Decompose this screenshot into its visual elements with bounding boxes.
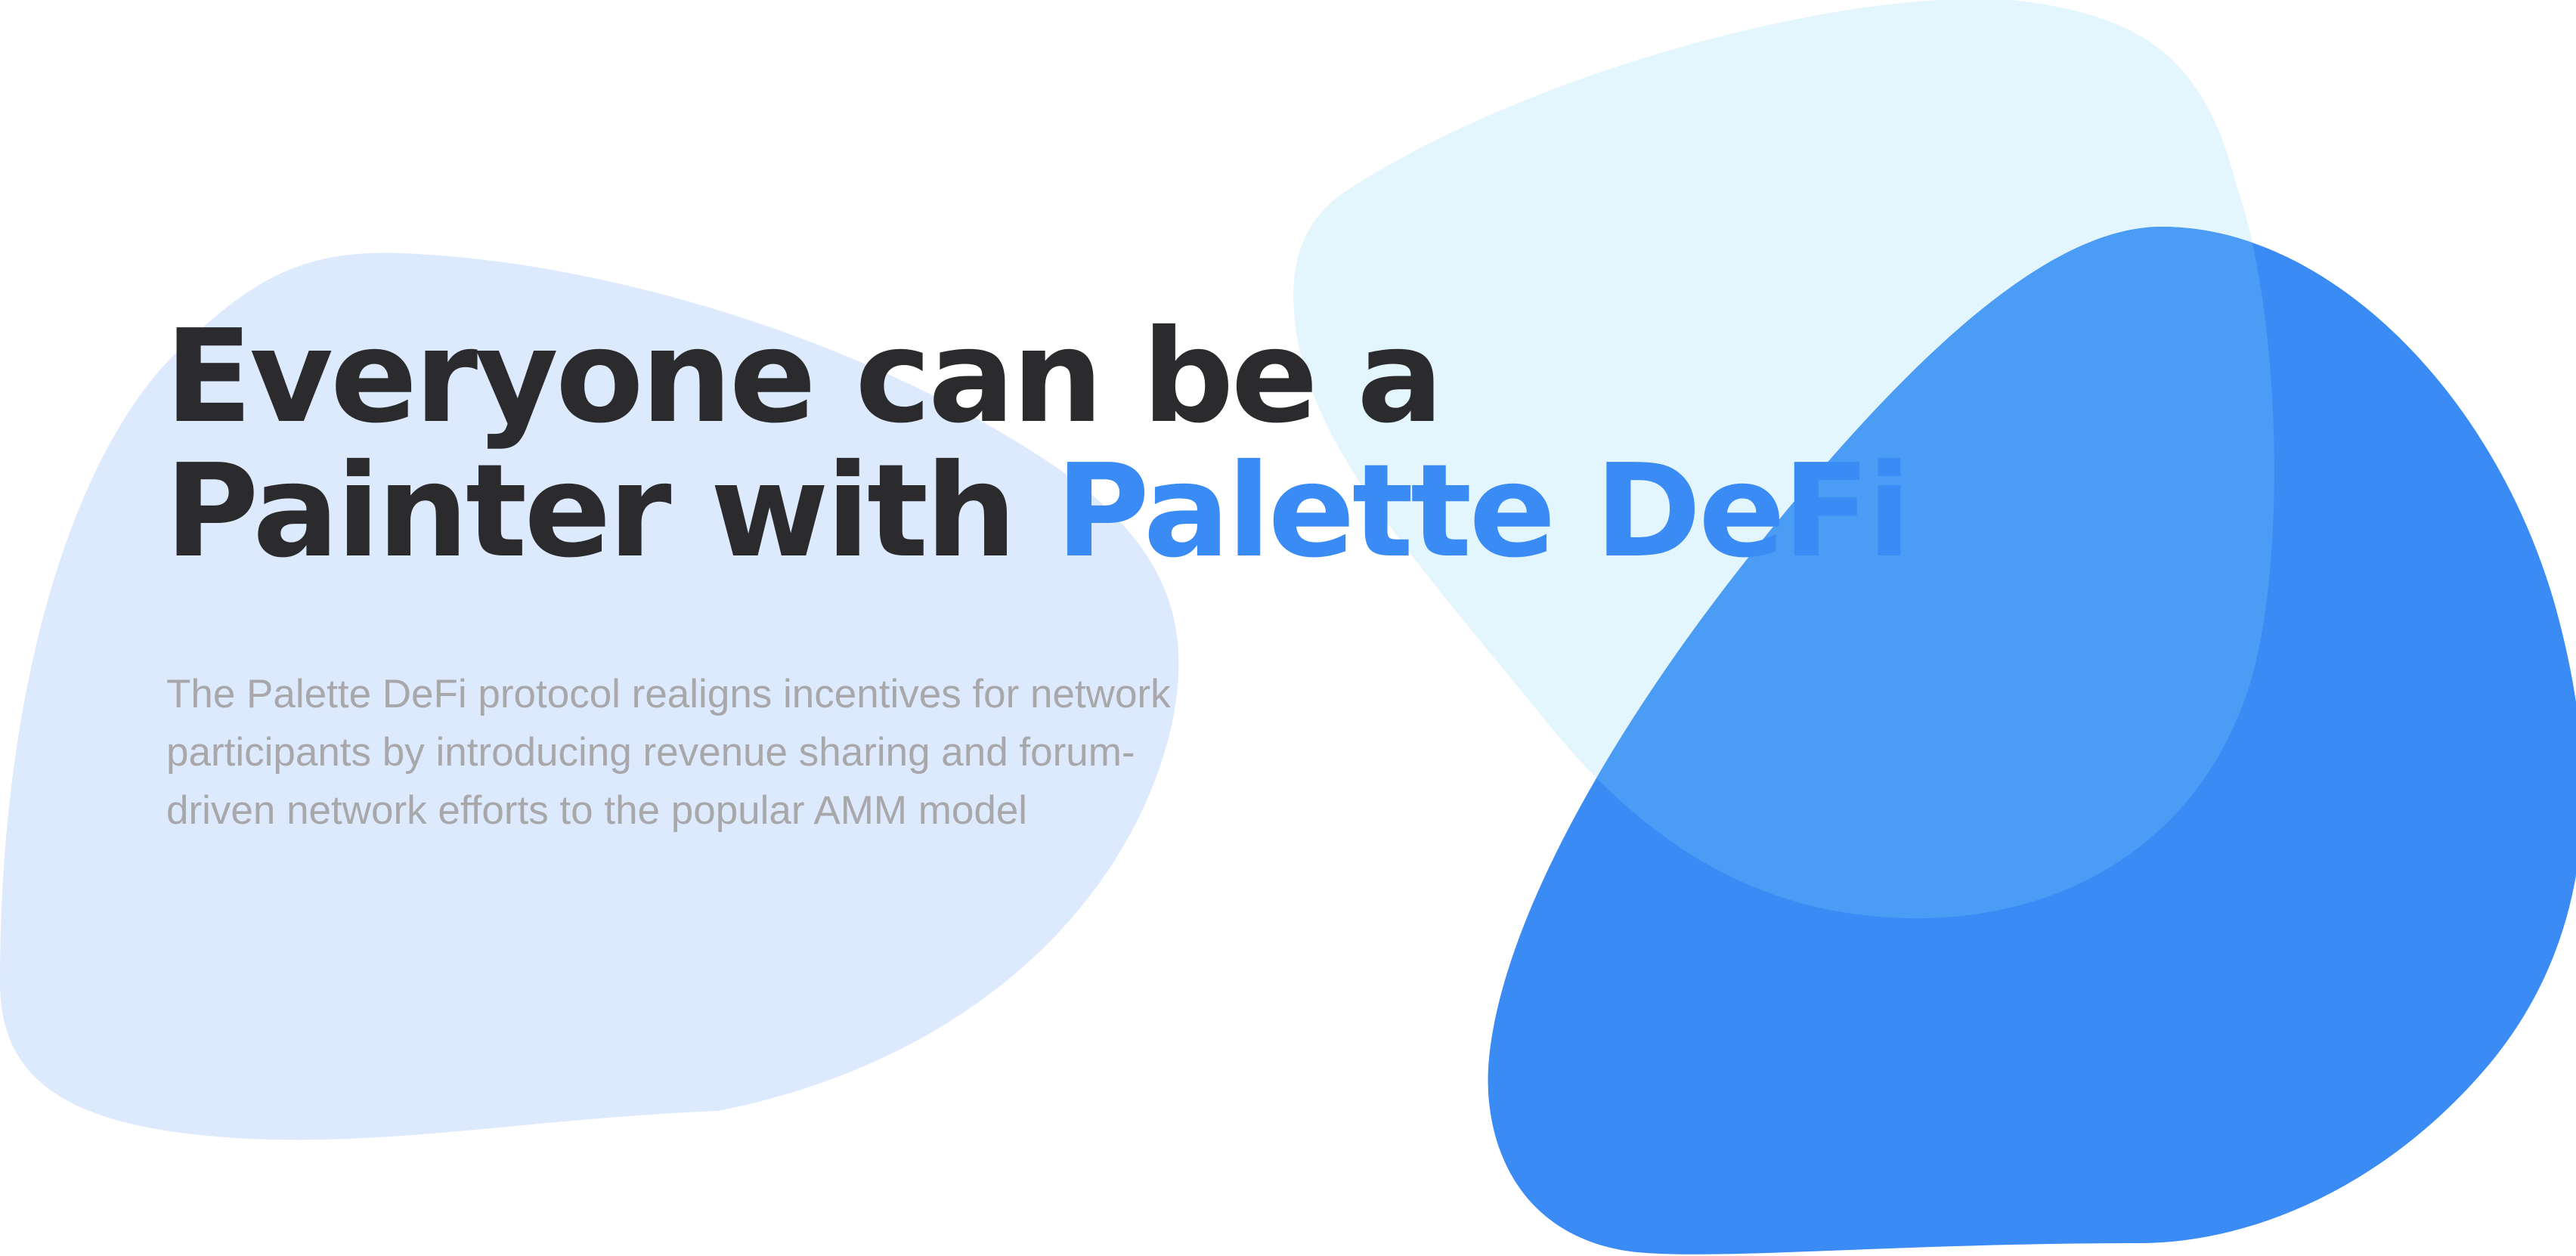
- headline-brand-accent: Palette DeFi: [1055, 437, 1911, 586]
- description-line-1: The Palette DeFi protocol realigns incen…: [166, 672, 1171, 716]
- headline-line-2: Painter with Palette DeFi: [165, 444, 1912, 579]
- headline-line-1: Everyone can be a: [165, 302, 1444, 452]
- hero-section: Everyone can be a Painter with Palette D…: [165, 302, 1912, 833]
- hero-description: The Palette DeFi protocol realigns incen…: [166, 665, 1300, 840]
- hero-headline: Everyone can be a Painter with Palette D…: [165, 302, 1912, 579]
- decorative-blobs: [0, 0, 2576, 1254]
- description-line-2: participants by introducing revenue shar…: [166, 730, 1135, 775]
- description-line-3: driven network efforts to the popular AM…: [166, 788, 1028, 833]
- headline-line-2-prefix: Painter with: [165, 437, 1056, 586]
